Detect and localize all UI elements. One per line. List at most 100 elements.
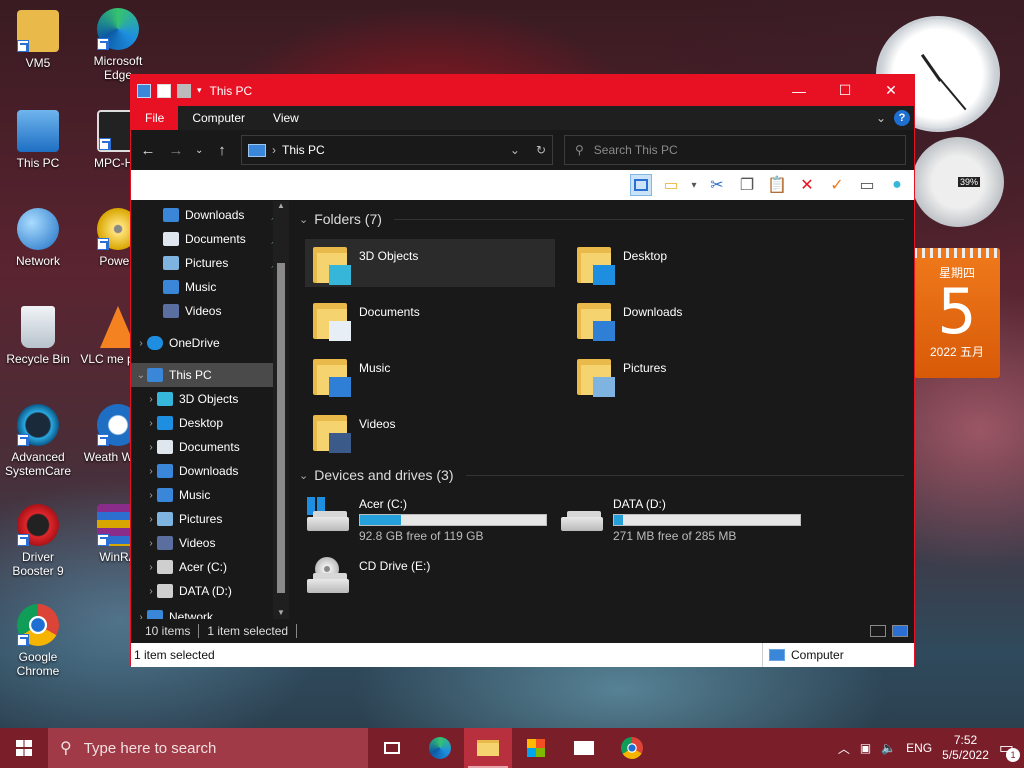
chevron-right-icon[interactable]: › [145,586,157,597]
folder-item[interactable]: Desktop [569,239,819,287]
folder-item[interactable]: Documents [305,295,555,343]
large-icons-view-icon[interactable] [892,625,908,637]
drives-group-header[interactable]: ⌄ Devices and drives (3) [299,463,904,487]
desktop-icon-driver-booster[interactable]: Driver Booster 9 [0,504,76,578]
desktop-icon-chrome[interactable]: Google Chrome [0,604,76,678]
drive-item[interactable]: CD Drive (E:) [305,557,559,609]
navigation-pane[interactable]: Downloads📌 Documents📌 Pictures📌 Music Vi… [131,201,289,619]
chevron-right-icon[interactable]: › [145,538,157,549]
show-hidden-icons-icon[interactable]: ︿ [838,740,850,757]
minimize-button[interactable]: — [776,75,822,106]
nav-item-videos-pc[interactable]: › Videos [131,531,289,555]
drive-item[interactable]: DATA (D:) 271 MB free of 285 MB [559,495,813,547]
customize-quick-access-icon[interactable]: ▾ [197,85,202,96]
chevron-right-icon[interactable]: › [145,442,157,453]
close-button[interactable]: ✕ [868,75,914,106]
chevron-right-icon[interactable]: › [145,466,157,477]
chevron-down-icon[interactable]: ⌄ [299,469,308,482]
new-folder-toolbar-icon[interactable]: ▭ [660,174,682,196]
cut-icon[interactable]: ✂ [706,174,728,196]
expand-ribbon-icon[interactable]: ⌄ [876,111,886,125]
delete-icon[interactable]: ✕ [796,174,818,196]
taskbar-edge-button[interactable] [416,728,464,768]
address-text[interactable]: This PC [282,143,325,157]
speaker-icon[interactable]: 🔈 [881,741,896,755]
tab-view[interactable]: View [259,106,313,130]
taskbar-store-button[interactable] [512,728,560,768]
new-folder-icon[interactable] [177,83,191,98]
details-view-icon[interactable] [870,625,886,637]
folder-item[interactable]: Downloads [569,295,819,343]
properties-toolbar-icon[interactable]: ▭ [856,174,878,196]
rename-check-icon[interactable]: ✓ [826,174,848,196]
nav-item-downloads-pc[interactable]: › Downloads [131,459,289,483]
taskbar-mail-button[interactable] [560,728,608,768]
nav-item-pictures-pc[interactable]: › Pictures [131,507,289,531]
folder-item[interactable]: Pictures [569,351,819,399]
folders-group-header[interactable]: ⌄ Folders (7) [299,207,904,231]
desktop-icon-network[interactable]: Network [0,208,76,268]
nav-item-documents-pc[interactable]: › Documents [131,435,289,459]
back-button[interactable]: ← [139,142,157,159]
chevron-right-icon[interactable]: › [135,338,147,349]
preview-pane-icon[interactable] [630,174,652,196]
properties-icon[interactable] [157,83,171,98]
recent-locations-icon[interactable]: ⌄ [195,145,203,156]
search-input[interactable]: Search This PC [594,143,678,157]
notification-center-icon[interactable]: ▭ 1 [999,738,1020,762]
desktop-icon-advanced-systemcare[interactable]: Advanced SystemCare [0,404,76,478]
nav-item-pictures[interactable]: Pictures📌 [131,251,289,275]
navigation-scrollbar[interactable]: ▲ ▼ [273,201,289,619]
nav-item-music-pc[interactable]: › Music [131,483,289,507]
chevron-down-icon[interactable]: ⌄ [299,213,308,226]
nav-item-data-d[interactable]: › DATA (D:) [131,579,289,603]
address-bar[interactable]: › This PC ⌄ ↻ [241,135,553,165]
nav-item-this-pc[interactable]: ⌄ This PC [131,363,289,387]
nav-item-desktop[interactable]: › Desktop [131,411,289,435]
chevron-right-icon[interactable]: › [145,514,157,525]
content-pane[interactable]: ⌄ Folders (7) 3D Objects Desktop Documents… [289,201,914,619]
search-box[interactable]: ⚲ Search This PC [564,135,906,165]
nav-item-3d-objects[interactable]: › 3D Objects [131,387,289,411]
title-bar[interactable]: ▾ This PC — ☐ ✕ [131,75,914,106]
nav-item-videos[interactable]: Videos [131,299,289,323]
chevron-right-icon[interactable]: › [145,418,157,429]
copy-icon[interactable]: ❐ [736,174,758,196]
taskbar-search-box[interactable]: ⚲ Type here to search [48,728,368,768]
forward-button[interactable]: → [167,142,185,159]
breadcrumb-chevron-icon[interactable]: › [272,143,276,157]
chevron-right-icon[interactable]: › [135,612,147,620]
chevron-right-icon[interactable]: › [145,562,157,573]
scrollbar-thumb[interactable] [277,263,285,593]
chevron-right-icon[interactable]: › [145,490,157,501]
paste-icon[interactable]: 📋 [766,174,788,196]
taskbar-clock[interactable]: 7:52 5/5/2022 [942,733,989,763]
nav-item-onedrive[interactable]: › OneDrive [131,331,289,355]
desktop-icon-edge[interactable]: Microsoft Edge [80,8,156,82]
taskbar-file-explorer-button[interactable] [464,728,512,768]
chevron-right-icon[interactable]: › [145,394,157,405]
maximize-button[interactable]: ☐ [822,75,868,106]
desktop-icon-this-pc[interactable]: This PC [0,110,76,170]
nav-item-network[interactable]: › Network [131,609,289,619]
folder-item[interactable]: Music [305,351,555,399]
refresh-icon[interactable]: ↻ [536,143,546,157]
drive-item[interactable]: Acer (C:) 92.8 GB free of 119 GB [305,495,559,547]
nav-item-acer-c[interactable]: › Acer (C:) [131,555,289,579]
tab-file[interactable]: File [131,106,179,130]
desktop-icon-vm5[interactable]: VM5 [0,10,76,70]
language-indicator[interactable]: ENG [906,741,932,755]
tab-computer[interactable]: Computer [178,106,259,130]
folder-item[interactable]: 3D Objects [305,239,555,287]
desktop-icon-recycle-bin[interactable]: Recycle Bin [0,306,76,366]
nav-item-documents[interactable]: Documents📌 [131,227,289,251]
address-dropdown-icon[interactable]: ⌄ [510,143,520,157]
taskbar-chrome-button[interactable] [608,728,656,768]
task-view-button[interactable] [368,728,416,768]
taskbar-search-input[interactable]: Type here to search [84,740,217,757]
globe-toolbar-icon[interactable]: ● [886,174,908,196]
up-button[interactable]: ↑ [213,142,231,159]
dropdown-arrow-icon[interactable]: ▾ [690,174,698,196]
nav-item-downloads[interactable]: Downloads📌 [131,203,289,227]
chevron-down-icon[interactable]: ⌄ [135,370,147,381]
